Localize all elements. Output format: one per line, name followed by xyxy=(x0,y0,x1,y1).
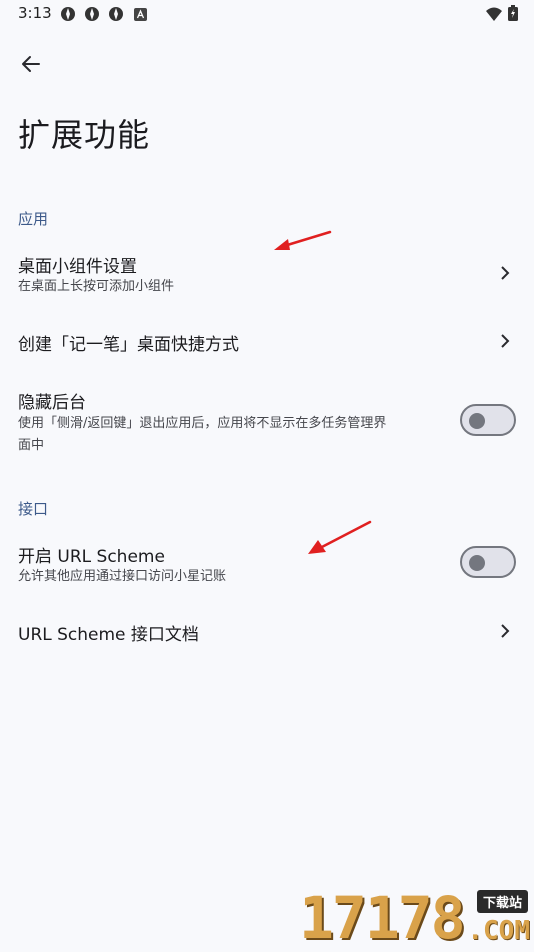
create-shortcut-row[interactable]: 创建「记一笔」桌面快捷方式 xyxy=(0,318,534,364)
chevron-right-icon xyxy=(501,624,510,638)
watermark-number: 17178 xyxy=(299,884,466,952)
notification-a-icon xyxy=(134,6,147,25)
row-title: 开启 URL Scheme xyxy=(18,547,165,567)
row-subtitle: 使用「侧滑/返回键」退出应用后，应用将不显示在多任务管理界 面中 xyxy=(18,413,386,457)
row-title: 桌面小组件设置 xyxy=(18,257,137,277)
row-subtitle: 允许其他应用通过接口访问小星记账 xyxy=(18,569,227,584)
notification-app-icon xyxy=(84,6,100,26)
back-button[interactable] xyxy=(14,47,48,81)
arrow-left-icon xyxy=(22,56,40,72)
page-title: 扩展功能 xyxy=(18,116,151,154)
toggle-knob xyxy=(469,413,485,429)
red-arrow-annotation xyxy=(274,230,332,250)
row-subtitle-line: 使用「侧滑/返回键」退出应用后，应用将不显示在多任务管理界 xyxy=(18,416,387,431)
red-arrow-annotation xyxy=(308,520,372,554)
status-bar: 3:13 xyxy=(0,0,534,28)
status-time: 3:13 xyxy=(18,4,52,22)
url-scheme-row[interactable]: 开启 URL Scheme 允许其他应用通过接口访问小星记账 xyxy=(0,532,534,594)
section-header-interface: 接口 xyxy=(18,500,49,518)
section-header-app: 应用 xyxy=(18,210,49,228)
hide-background-toggle[interactable] xyxy=(460,404,516,436)
url-scheme-doc-row[interactable]: URL Scheme 接口文档 xyxy=(0,608,534,654)
row-title: URL Scheme 接口文档 xyxy=(18,625,199,645)
chevron-right-icon xyxy=(501,334,510,348)
chevron-right-icon xyxy=(501,266,510,280)
url-scheme-toggle[interactable] xyxy=(460,546,516,578)
toggle-knob xyxy=(469,555,485,571)
row-subtitle: 在桌面上长按可添加小组件 xyxy=(18,279,175,294)
watermark-domain: .COM xyxy=(467,916,530,946)
row-title: 创建「记一笔」桌面快捷方式 xyxy=(18,335,239,355)
watermark-logo: 17178 下载站 .COM xyxy=(299,886,534,950)
battery-charging-icon xyxy=(508,5,518,25)
row-title: 隐藏后台 xyxy=(18,393,86,413)
status-right-icons xyxy=(486,5,518,25)
notification-app-icon xyxy=(60,6,76,26)
notification-app-icon xyxy=(108,6,124,26)
widget-settings-row[interactable]: 桌面小组件设置 在桌面上长按可添加小组件 xyxy=(0,242,534,304)
wifi-icon xyxy=(486,6,502,25)
row-subtitle-line: 面中 xyxy=(18,438,45,453)
hide-background-row[interactable]: 隐藏后台 使用「侧滑/返回键」退出应用后，应用将不显示在多任务管理界 面中 xyxy=(0,380,534,464)
watermark-tag: 下载站 xyxy=(476,890,528,913)
